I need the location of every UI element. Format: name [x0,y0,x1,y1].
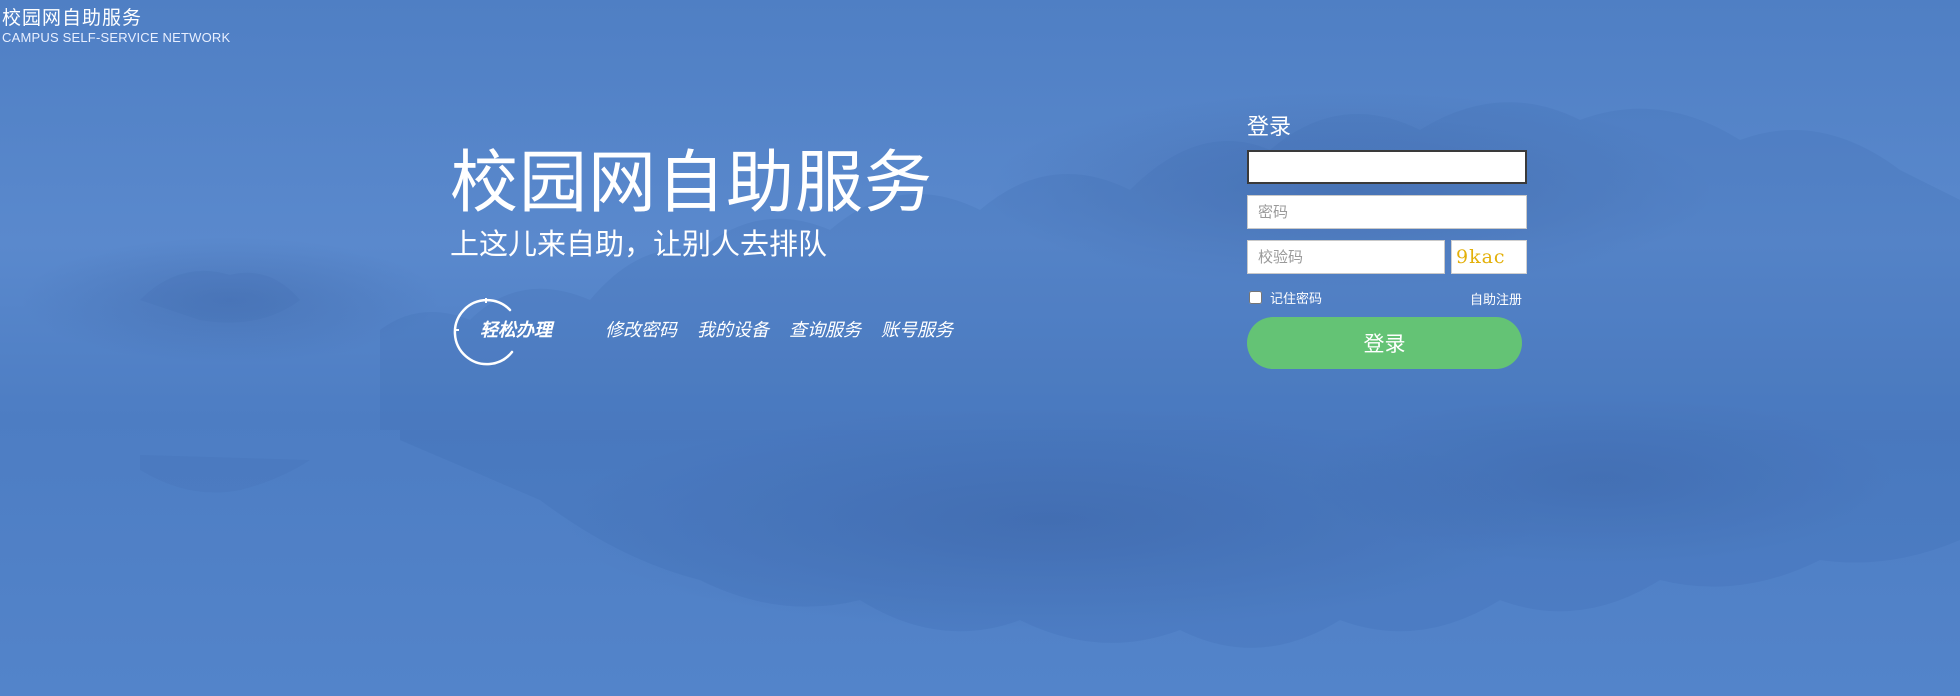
brand-subtitle: CAMPUS SELF-SERVICE NETWORK [2,30,231,45]
hero-title: 校园网自助服务 [450,144,934,223]
self-register-link[interactable]: 自助注册 [1470,289,1522,308]
remember-checkbox[interactable] [1249,291,1262,304]
background-landscape [140,102,1960,648]
login-options: 记住密码 自助注册 [1247,285,1522,308]
link-account-service[interactable]: 账号服务 [881,316,953,342]
remember-label: 记住密码 [1270,292,1323,307]
login-button[interactable]: 登录 [1247,317,1522,369]
captcha-input[interactable] [1247,240,1445,274]
brand-header: 校园网自助服务 CAMPUS SELF-SERVICE NETWORK [2,6,230,46]
brand-title: 校园网自助服务 [2,7,143,29]
hero: 校园网自助服务 上这儿来自助，让别人去排队 [450,142,933,262]
login-panel: 登录 9kac 记住密码 自助注册 登录 [1247,112,1527,369]
link-query-service[interactable]: 查询服务 [789,316,861,342]
login-title: 登录 [1247,115,1292,140]
link-change-password[interactable]: 修改密码 [605,316,677,342]
quick-links: 修改密码 我的设备 查询服务 账号服务 [605,316,953,342]
captcha-image[interactable]: 9kac [1451,240,1527,274]
password-input[interactable] [1247,195,1527,229]
hero-slogan: 上这儿来自助，让别人去排队 [450,227,828,261]
quick-label: 轻松办理 [480,320,552,341]
captcha-row: 9kac [1247,240,1527,274]
remember-password[interactable]: 记住密码 [1249,288,1322,307]
username-input[interactable] [1247,150,1527,184]
link-my-devices[interactable]: 我的设备 [697,316,769,342]
